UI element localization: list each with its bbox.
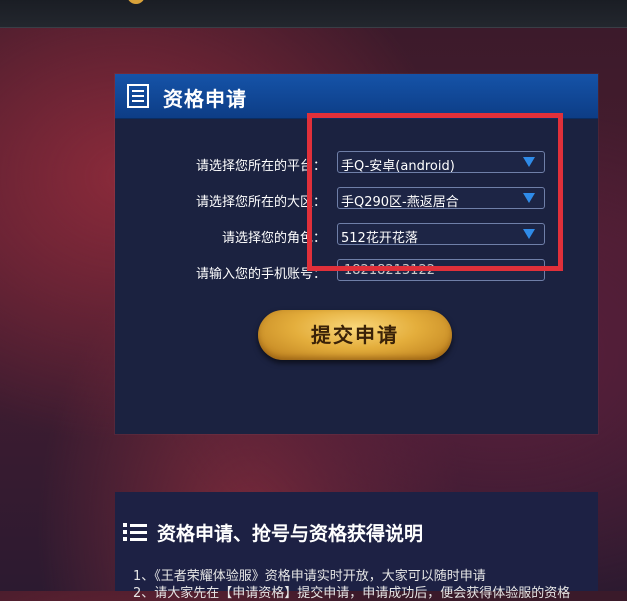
highlight-box — [307, 113, 563, 271]
submit-button[interactable]: 提交申请 — [258, 310, 452, 360]
list-icon — [123, 523, 147, 541]
top-bar — [0, 0, 627, 28]
info-line: 2、请大家先在【申请资格】提交申请，申请成功后，便会获得体验服的资格 — [133, 586, 571, 601]
info-heading: 资格申请、抢号与资格获得说明 — [157, 523, 424, 545]
info-section: 资格申请、抢号与资格获得说明 1、《王者荣耀体验服》资格申请实时开放，大家可以随… — [115, 492, 598, 601]
logo — [127, 0, 145, 4]
document-icon — [127, 84, 149, 108]
panel-title: 资格申请 — [163, 87, 247, 111]
